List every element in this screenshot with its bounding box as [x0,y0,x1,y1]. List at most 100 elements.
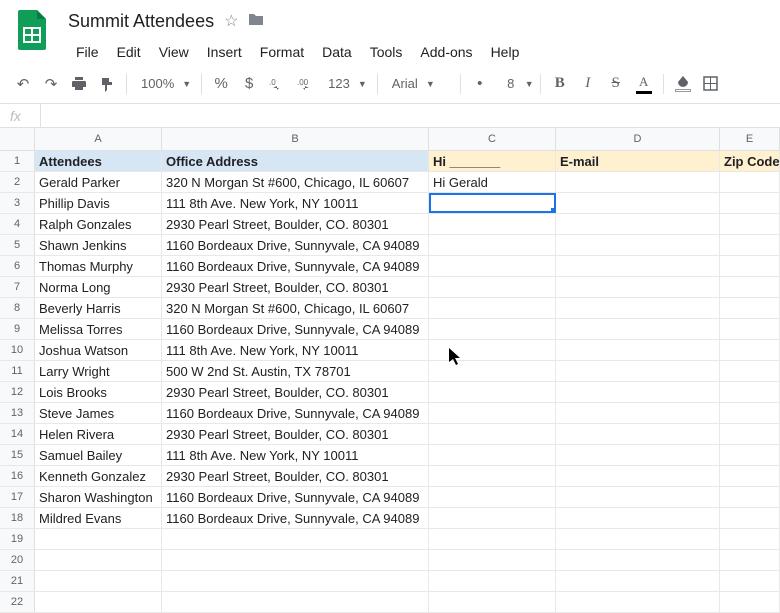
cell-C13[interactable] [429,403,556,423]
cell-B20[interactable] [162,550,429,570]
cell-E19[interactable] [720,529,780,549]
cell-A3[interactable]: Phillip Davis [35,193,162,213]
cell-C19[interactable] [429,529,556,549]
cell-A11[interactable]: Larry Wright [35,361,162,381]
cell-C12[interactable] [429,382,556,402]
cell-A15[interactable]: Samuel Bailey [35,445,162,465]
cell-C18[interactable] [429,508,556,528]
cell-E12[interactable] [720,382,780,402]
print-button[interactable] [66,71,92,97]
row-header-10[interactable]: 10 [0,340,35,360]
row-header-14[interactable]: 14 [0,424,35,444]
cell-C1[interactable]: Hi _______ [429,151,556,171]
row-header-11[interactable]: 11 [0,361,35,381]
cell-A22[interactable] [35,592,162,612]
cell-E7[interactable] [720,277,780,297]
row-header-22[interactable]: 22 [0,592,35,612]
cell-C10[interactable] [429,340,556,360]
cell-A17[interactable]: Sharon Washington [35,487,162,507]
menu-add-ons[interactable]: Add-ons [412,40,480,64]
column-header-D[interactable]: D [556,128,720,150]
cell-D17[interactable] [556,487,720,507]
row-header-15[interactable]: 15 [0,445,35,465]
cell-B17[interactable]: 1160 Bordeaux Drive, Sunnyvale, CA 94089 [162,487,429,507]
cell-E4[interactable] [720,214,780,234]
cell-D20[interactable] [556,550,720,570]
cell-E1[interactable]: Zip Code [720,151,780,171]
cell-B8[interactable]: 320 N Morgan St #600, Chicago, IL 60607 [162,298,429,318]
cell-A7[interactable]: Norma Long [35,277,162,297]
cell-C7[interactable] [429,277,556,297]
cell-E8[interactable] [720,298,780,318]
cell-D16[interactable] [556,466,720,486]
row-header-13[interactable]: 13 [0,403,35,423]
cell-B13[interactable]: 1160 Bordeaux Drive, Sunnyvale, CA 94089 [162,403,429,423]
bold-button[interactable]: B [547,71,573,97]
cell-C21[interactable] [429,571,556,591]
menu-edit[interactable]: Edit [109,40,149,64]
row-header-18[interactable]: 18 [0,508,35,528]
row-header-1[interactable]: 1 [0,151,35,171]
cell-A1[interactable]: Attendees [35,151,162,171]
cell-E17[interactable] [720,487,780,507]
cell-C20[interactable] [429,550,556,570]
column-header-E[interactable]: E [720,128,780,150]
cell-A21[interactable] [35,571,162,591]
menu-format[interactable]: Format [252,40,312,64]
cell-B14[interactable]: 2930 Pearl Street, Boulder, CO. 80301 [162,424,429,444]
row-header-6[interactable]: 6 [0,256,35,276]
cell-B12[interactable]: 2930 Pearl Street, Boulder, CO. 80301 [162,382,429,402]
select-all-corner[interactable] [0,128,35,150]
cell-A14[interactable]: Helen Rivera [35,424,162,444]
strikethrough-button[interactable]: S [603,71,629,97]
cell-C11[interactable] [429,361,556,381]
cell-E18[interactable] [720,508,780,528]
row-header-8[interactable]: 8 [0,298,35,318]
menu-data[interactable]: Data [314,40,360,64]
cell-B5[interactable]: 1160 Bordeaux Drive, Sunnyvale, CA 94089 [162,235,429,255]
cell-A2[interactable]: Gerald Parker [35,172,162,192]
cell-B1[interactable]: Office Address [162,151,429,171]
menu-help[interactable]: Help [483,40,528,64]
cell-A19[interactable] [35,529,162,549]
row-header-7[interactable]: 7 [0,277,35,297]
cell-D11[interactable] [556,361,720,381]
increase-decimal-button[interactable]: .00 [292,71,318,97]
cell-D14[interactable] [556,424,720,444]
cell-E15[interactable] [720,445,780,465]
row-header-12[interactable]: 12 [0,382,35,402]
row-header-20[interactable]: 20 [0,550,35,570]
cell-D6[interactable] [556,256,720,276]
move-folder-icon[interactable] [248,12,264,31]
cell-C14[interactable] [429,424,556,444]
menu-insert[interactable]: Insert [199,40,250,64]
row-header-4[interactable]: 4 [0,214,35,234]
cell-A12[interactable]: Lois Brooks [35,382,162,402]
cell-D15[interactable] [556,445,720,465]
row-header-3[interactable]: 3 [0,193,35,213]
cell-A5[interactable]: Shawn Jenkins [35,235,162,255]
cell-A9[interactable]: Melissa Torres [35,319,162,339]
cell-E11[interactable] [720,361,780,381]
text-color-button[interactable]: A [631,71,657,97]
cell-D10[interactable] [556,340,720,360]
cell-E5[interactable] [720,235,780,255]
cell-B22[interactable] [162,592,429,612]
format-currency-button[interactable]: $ [236,71,262,97]
selection-handle[interactable] [551,208,556,213]
cell-E21[interactable] [720,571,780,591]
cell-B10[interactable]: 111 8th Ave. New York, NY 10011 [162,340,429,360]
column-header-B[interactable]: B [162,128,429,150]
fill-color-button[interactable] [670,71,696,97]
formula-input[interactable] [41,108,780,123]
zoom-select[interactable]: 100% ▼ [133,71,195,97]
cell-B18[interactable]: 1160 Bordeaux Drive, Sunnyvale, CA 94089 [162,508,429,528]
undo-button[interactable]: ↶ [10,71,36,97]
cell-E3[interactable] [720,193,780,213]
cell-C5[interactable] [429,235,556,255]
italic-button[interactable]: I [575,71,601,97]
menu-file[interactable]: File [68,40,107,64]
menu-view[interactable]: View [151,40,197,64]
cell-D18[interactable] [556,508,720,528]
cell-D3[interactable] [556,193,720,213]
